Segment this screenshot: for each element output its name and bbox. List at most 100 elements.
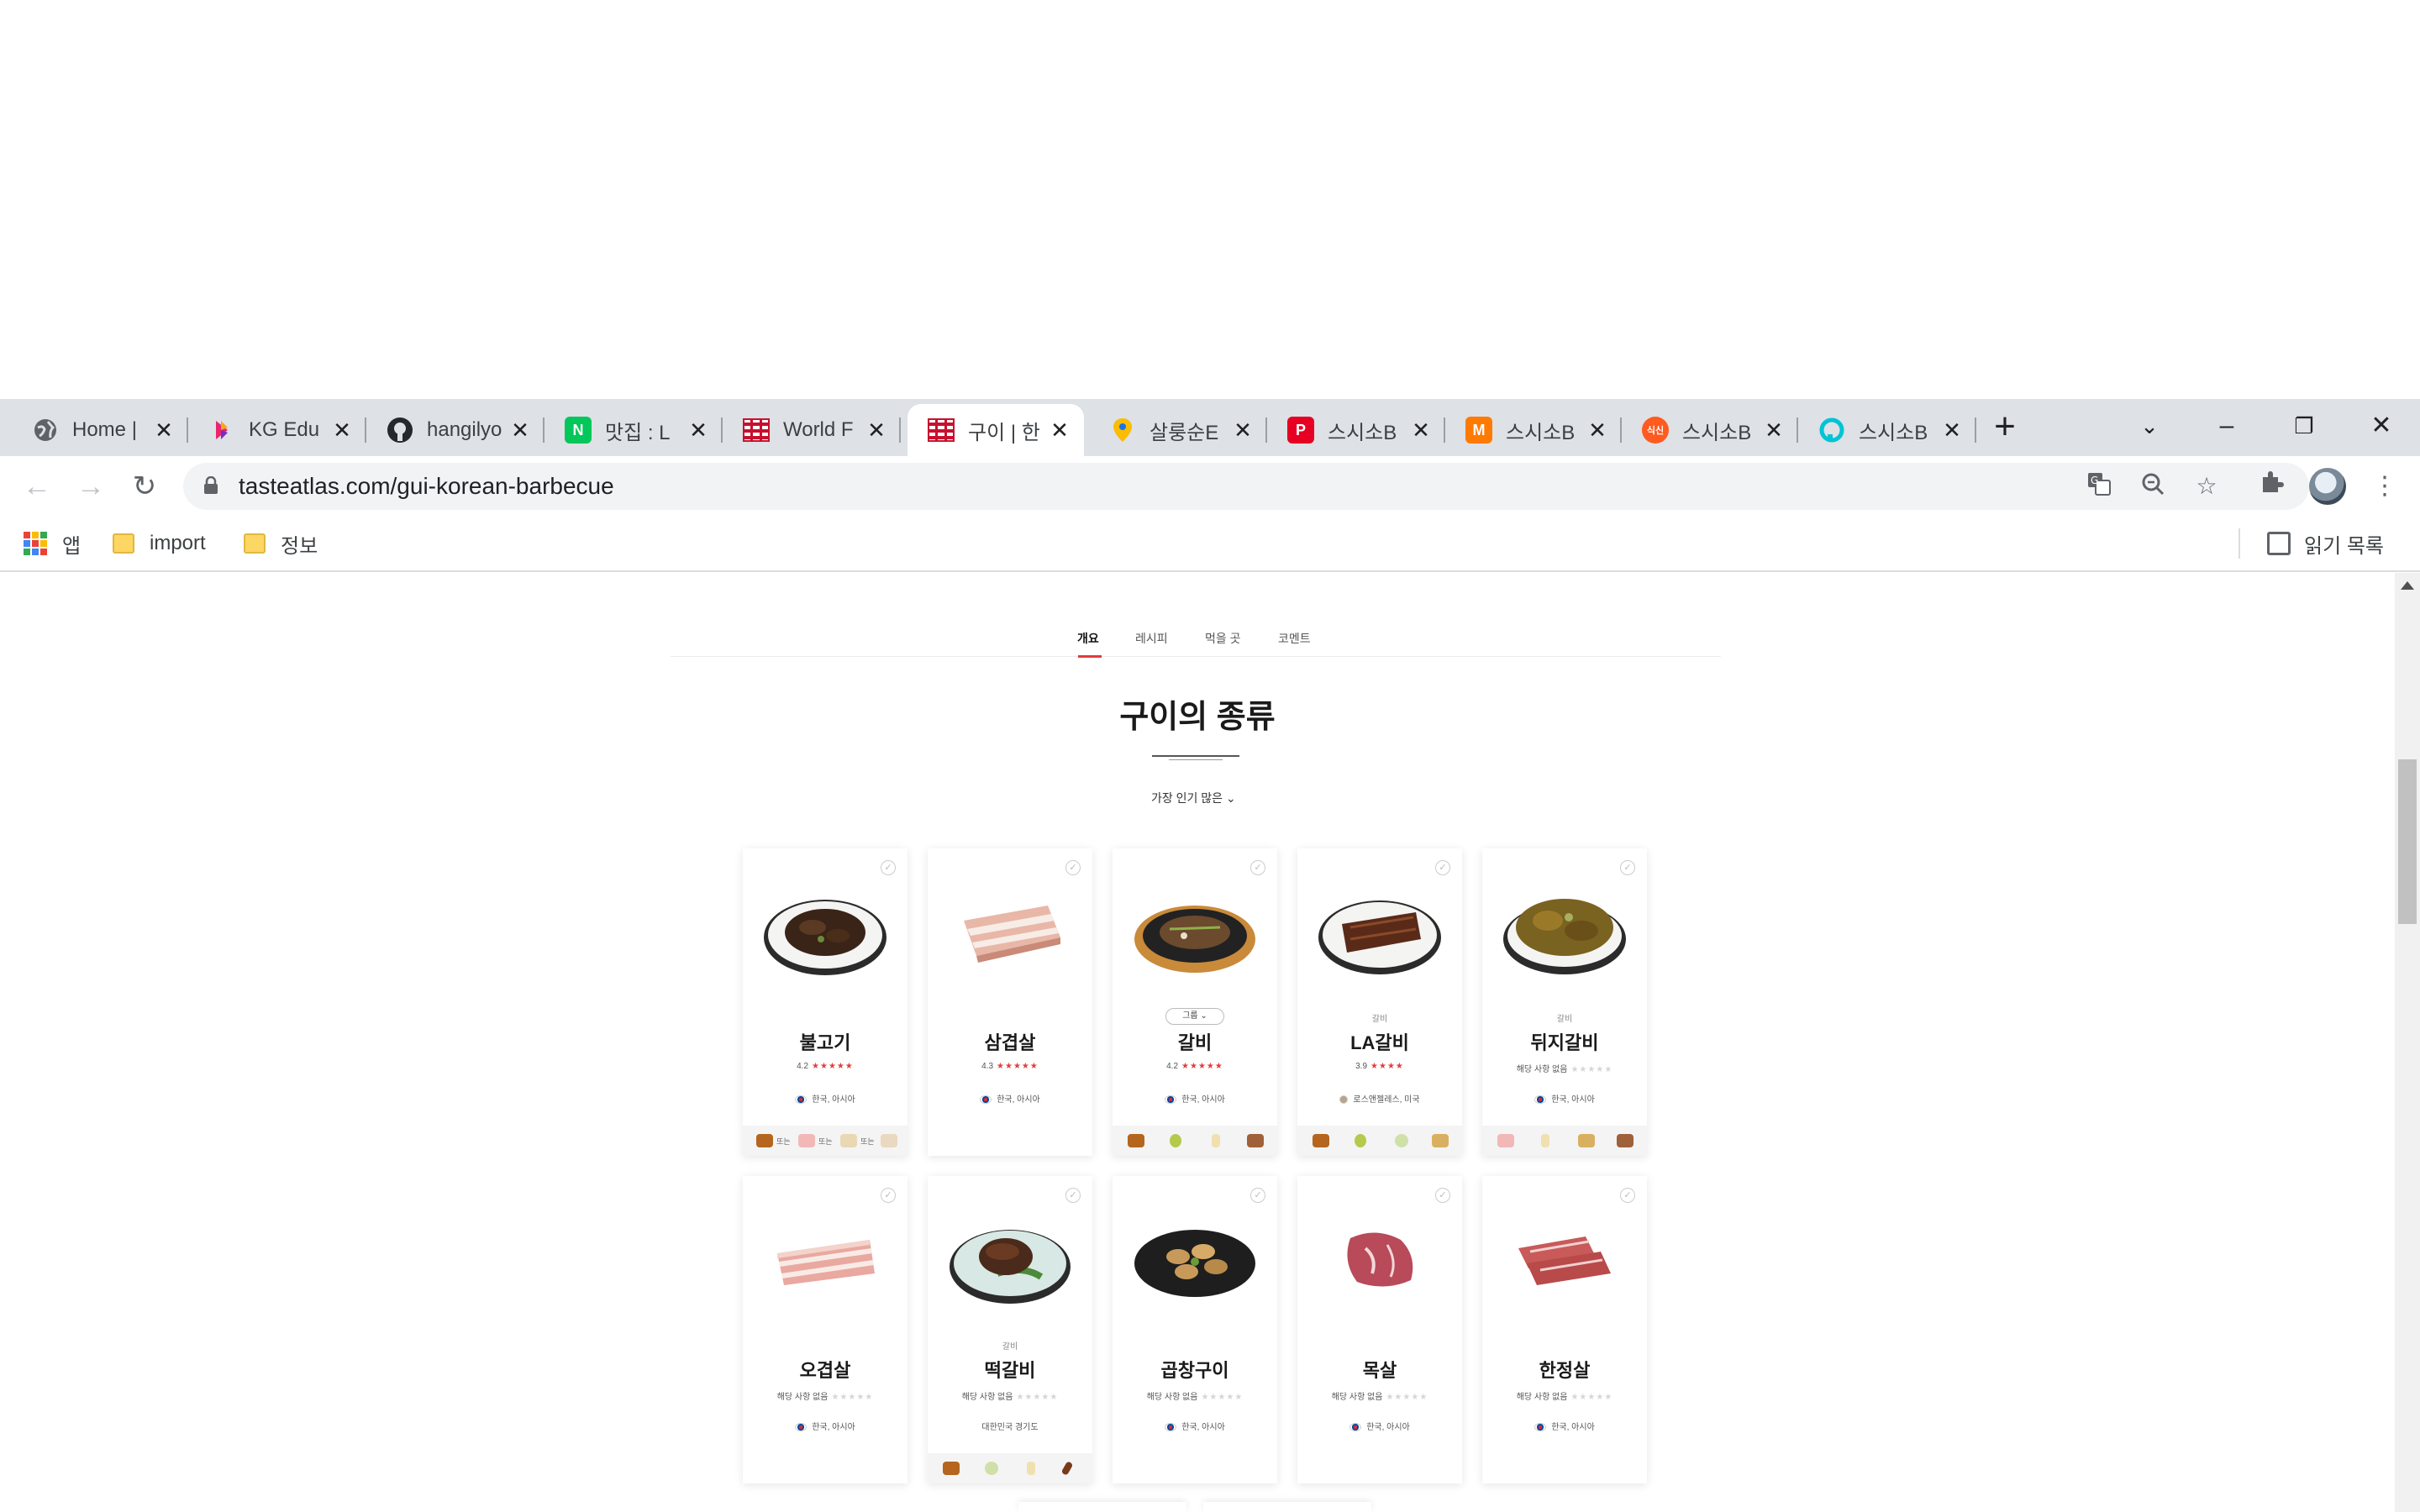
check-icon[interactable]: ✓ <box>1065 1188 1081 1203</box>
close-icon[interactable]: ✕ <box>1585 417 1610 443</box>
check-icon[interactable]: ✓ <box>1620 1188 1635 1203</box>
forward-button[interactable]: → <box>71 466 111 507</box>
tab-sushi-3[interactable]: 식신 스시소B ✕ <box>1622 404 1798 456</box>
dish-card-moksal[interactable]: ✓ 목살 해당 사항 없음 ★★★★★ 한국, 아시아 <box>1297 1176 1462 1483</box>
parent-dish-label[interactable]: 갈비 <box>1482 1011 1647 1024</box>
page-scrollbar[interactable] <box>2395 573 2420 1512</box>
subnav-recipe[interactable]: 레시피 <box>1135 630 1168 647</box>
tab-sushi-2[interactable]: M 스시소B ✕ <box>1445 404 1622 456</box>
subnav-active-indicator <box>1078 655 1102 658</box>
extensions-icon[interactable] <box>2254 468 2291 505</box>
check-icon[interactable]: ✓ <box>881 1188 896 1203</box>
minimize-button[interactable]: – <box>2202 407 2252 444</box>
close-icon[interactable]: ✕ <box>151 417 176 443</box>
dish-origin: 한국, 아시아 <box>743 1420 908 1432</box>
subnav-comments[interactable]: 코멘트 <box>1278 630 1311 647</box>
close-icon[interactable]: ✕ <box>1408 417 1434 443</box>
tab-sushi-1[interactable]: P 스시소B ✕ <box>1267 404 1445 456</box>
check-icon[interactable]: ✓ <box>1435 1188 1450 1203</box>
bookmark-folder-info[interactable]: 정보 <box>244 527 318 560</box>
dish-rating: 4.3 ★★★★★ <box>981 1062 1039 1071</box>
dish-card-ogyeopsal[interactable]: ✓ 오겹살 해당 사항 없음 ★★★★★ 한국, 아시아 <box>743 1176 908 1483</box>
reading-list-icon <box>2267 532 2291 555</box>
check-icon[interactable]: ✓ <box>1065 860 1081 875</box>
tasteatlas-icon <box>928 417 955 444</box>
tab-home[interactable]: Home | ✕ <box>12 404 188 456</box>
profile-avatar[interactable] <box>2309 468 2346 505</box>
dish-card-gopchang-gui[interactable]: ✓ 곱창구이 해당 사항 없음 ★★★★★ 한국, 아시아 <box>1113 1176 1277 1483</box>
bookmark-apps[interactable]: 앱 <box>24 527 81 560</box>
dish-rating: 4.2 ★★★★★ <box>1166 1062 1223 1071</box>
p-logo-icon: P <box>1287 417 1314 444</box>
dish-rating: 해당 사항 없음 ★★★★★ <box>1331 1393 1428 1402</box>
dish-card-la-galbi[interactable]: ✓ 갈비 LA갈비 3.9 ★★★★ 로스앤젤레스, 미국 <box>1297 848 1462 1156</box>
restore-button[interactable]: ❐ <box>2279 407 2329 444</box>
dish-card-peek <box>1018 1502 1186 1512</box>
group-dropdown[interactable]: 그룹 ⌄ <box>1165 1008 1224 1025</box>
dish-card-samgyeopsal[interactable]: ✓ 삼겹살 4.3 ★★★★★ 한국, 아시아 <box>928 848 1092 1156</box>
subnav-overview[interactable]: 개요 <box>1077 630 1099 647</box>
subnav-where-to-eat[interactable]: 먹을 곳 <box>1205 630 1241 647</box>
translate-icon[interactable]: G <box>2084 471 2114 501</box>
tab-sushi-4[interactable]: 스시소B ✕ <box>1798 404 1976 456</box>
scroll-up-arrow[interactable] <box>2401 581 2414 590</box>
zoom-icon[interactable] <box>2138 471 2168 501</box>
toolbar: ← → ↻ tasteatlas.com/gui-korean-barbecue… <box>0 456 2420 517</box>
check-icon[interactable]: ✓ <box>1435 860 1450 875</box>
tasteatlas-icon <box>743 417 770 444</box>
tab-naver[interactable]: N 맛집 : L ✕ <box>544 404 723 456</box>
tab-github[interactable]: hangilyo ✕ <box>366 404 544 456</box>
tab-kakao-map[interactable]: 살룽순E ✕ <box>1089 404 1267 456</box>
close-icon[interactable]: ✕ <box>864 417 889 443</box>
beef-icon <box>943 1462 960 1475</box>
new-tab-button[interactable]: + <box>1985 407 2025 448</box>
close-icon[interactable]: ✕ <box>508 417 533 443</box>
close-icon[interactable]: ✕ <box>1939 417 1965 443</box>
tab-title: 스시소B <box>1506 421 1576 444</box>
dish-rating: 해당 사항 없음 ★★★★★ <box>961 1393 1059 1402</box>
reload-button[interactable]: ↻ <box>124 466 165 507</box>
tab-kg-edu[interactable]: KG Edu ✕ <box>188 404 366 456</box>
menu-icon[interactable]: ⋮ <box>2366 468 2403 505</box>
dish-card-tteokgalbi[interactable]: ✓ 갈비 떡갈비 해당 사항 없음 ★★★★★ 대한민국 경기도 <box>928 1176 1092 1483</box>
dish-card-bulgogi[interactable]: ✓ 불고기 4.2 ★★★★★ 한국, 아시아 또는 또는 또는 <box>743 848 908 1156</box>
lock-icon <box>204 476 218 494</box>
close-window-button[interactable]: ✕ <box>2356 407 2407 444</box>
check-icon[interactable]: ✓ <box>881 860 896 875</box>
tab-title: 살룽순E <box>1150 421 1219 444</box>
tab-gui-active[interactable]: 구이 | 한 ✕ <box>908 404 1084 456</box>
back-button[interactable]: ← <box>17 466 57 507</box>
dish-name: 곱창구이 <box>1160 1360 1229 1381</box>
close-icon[interactable]: ✕ <box>1047 417 1072 443</box>
address-bar[interactable]: tasteatlas.com/gui-korean-barbecue G ☆ <box>183 463 2309 510</box>
dish-origin: 대한민국 경기도 <box>981 1423 1039 1432</box>
title-divider <box>1152 755 1239 757</box>
close-icon[interactable]: ✕ <box>686 417 711 443</box>
bookmark-folder-import[interactable]: import <box>113 527 206 560</box>
check-icon[interactable]: ✓ <box>1620 860 1635 875</box>
check-icon[interactable]: ✓ <box>1250 860 1265 875</box>
dish-card-dwaeji-galbi[interactable]: ✓ 갈비 뒤지갈비 해당 사항 없음 ★★★★★ 한국, 아시아 <box>1482 848 1647 1156</box>
tab-title: KG Edu <box>249 418 320 441</box>
dish-card-galbi[interactable]: ✓ 그룹 ⌄ 갈비 4.2 ★★★★★ 한국, 아시아 <box>1113 848 1277 1156</box>
parent-dish-label[interactable]: 갈비 <box>1297 1011 1462 1024</box>
dish-name: 삼겹살 <box>984 1032 1036 1053</box>
tab-world-food[interactable]: World F ✕ <box>723 404 901 456</box>
sort-dropdown[interactable]: 가장 인기 많은 ⌄ <box>1151 790 1236 806</box>
pork-icon <box>1497 1134 1514 1147</box>
scroll-thumb[interactable] <box>2398 759 2417 924</box>
bookmark-star-icon[interactable]: ☆ <box>2191 471 2222 501</box>
sort-label: 가장 인기 많은 <box>1151 791 1223 805</box>
tab-search-button[interactable]: ⌄ <box>2124 407 2175 444</box>
parent-dish-label[interactable]: 갈비 <box>928 1339 1092 1352</box>
dish-card-hanjeongsal[interactable]: ✓ 한정살 해당 사항 없음 ★★★★★ 한국, 아시아 <box>1482 1176 1647 1483</box>
reading-list-button[interactable]: 읽기 목록 <box>2267 527 2384 560</box>
beef-icon <box>1313 1134 1329 1147</box>
close-icon[interactable]: ✕ <box>329 417 355 443</box>
check-icon[interactable]: ✓ <box>1250 1188 1265 1203</box>
close-icon[interactable]: ✕ <box>1230 417 1255 443</box>
dish-rating: 해당 사항 없음 ★★★★★ <box>1516 1393 1613 1402</box>
tab-title: 스시소B <box>1682 421 1752 444</box>
dish-image-galbi <box>1134 906 1255 973</box>
close-icon[interactable]: ✕ <box>1761 417 1786 443</box>
